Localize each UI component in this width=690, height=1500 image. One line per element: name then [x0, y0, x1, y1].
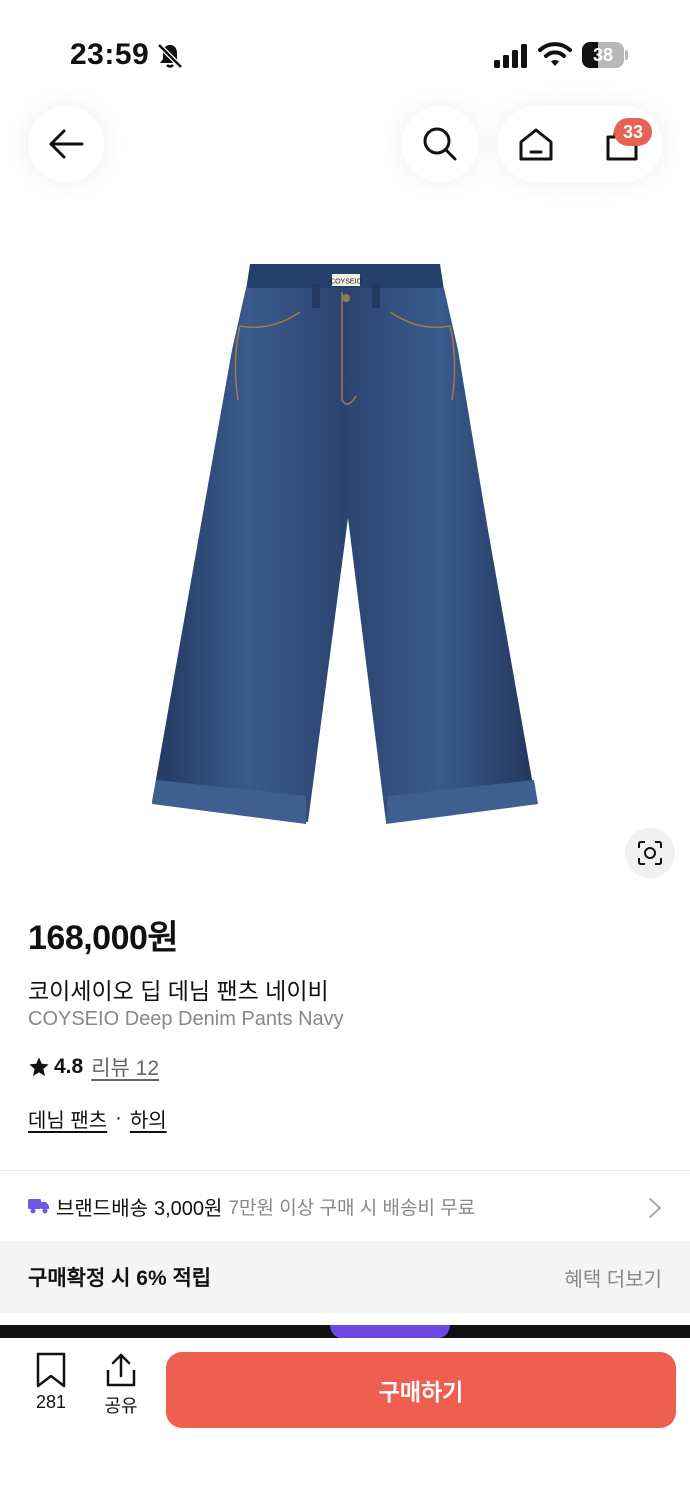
product-price: 168,000원	[28, 919, 179, 957]
category-link-bottoms[interactable]: 하의	[130, 1104, 167, 1133]
status-bar: 23:59 38	[0, 0, 690, 100]
battery-level-text: 38	[592, 45, 614, 65]
brand-tag-text: COYSEIO	[330, 279, 362, 286]
share-button[interactable]: 공유	[92, 1352, 150, 1422]
visual-search-button[interactable]	[625, 828, 675, 878]
cart-count-badge: 33	[614, 118, 652, 146]
home-icon[interactable]	[516, 124, 556, 164]
review-count-link[interactable]: 리뷰 12	[91, 1052, 159, 1082]
search-icon	[423, 127, 457, 161]
reward-points-text: 구매확정 시 6% 적립	[28, 1267, 212, 1290]
camera-scan-icon	[638, 841, 662, 865]
product-image[interactable]: COYSEIO	[0, 200, 690, 890]
arrow-left-icon	[49, 129, 84, 159]
back-button[interactable]	[28, 106, 104, 182]
shipping-fee: 3,000원	[154, 1197, 223, 1220]
benefit-row: 구매확정 시 6% 적립 혜택 더보기	[0, 1241, 690, 1313]
category-link-denim-pants[interactable]: 데님 팬츠	[28, 1104, 107, 1133]
category-breadcrumb: 데님 팬츠 · 하의	[28, 1104, 167, 1133]
product-name-korean: 코이세이오 딥 데님 팬츠 네이비	[28, 978, 329, 1004]
share-icon	[106, 1353, 136, 1387]
shipping-info-row[interactable]: 브랜드배송 3,000원 7만원 이상 구매 시 배송비 무료	[0, 1171, 690, 1241]
search-button[interactable]	[402, 106, 478, 182]
free-shipping-note: 7만원 이상 구매 시 배송비 무료	[228, 1197, 476, 1219]
category-separator: ·	[115, 1107, 122, 1129]
view-benefits-link[interactable]: 혜택 더보기	[564, 1263, 662, 1292]
home-cart-group: 33	[498, 106, 662, 182]
rating-row: 4.8 리뷰 12	[28, 1052, 159, 1082]
bookmark-button[interactable]: 281	[22, 1352, 80, 1422]
bookmark-icon	[36, 1352, 66, 1388]
bell-muted-icon	[157, 43, 183, 69]
chevron-right-icon	[649, 1198, 661, 1218]
shipping-label: 브랜드배송	[56, 1197, 148, 1220]
buy-button[interactable]: 구매하기	[166, 1352, 676, 1428]
bookmark-count: 281	[35, 1392, 67, 1412]
wifi-icon	[538, 42, 572, 66]
truck-icon	[28, 1199, 49, 1214]
cellular-signal-icon	[494, 44, 527, 68]
rating-value: 4.8	[54, 1055, 84, 1078]
share-label: 공유	[104, 1396, 138, 1416]
star-icon	[29, 1057, 49, 1076]
banner-strip	[0, 1325, 690, 1339]
status-time: 23:59	[70, 38, 150, 71]
bottom-action-bar: 281 공유 구매하기	[0, 1338, 690, 1500]
product-name-english: COYSEIO Deep Denim Pants Navy	[28, 1008, 344, 1030]
battery-indicator: 38	[582, 42, 628, 68]
